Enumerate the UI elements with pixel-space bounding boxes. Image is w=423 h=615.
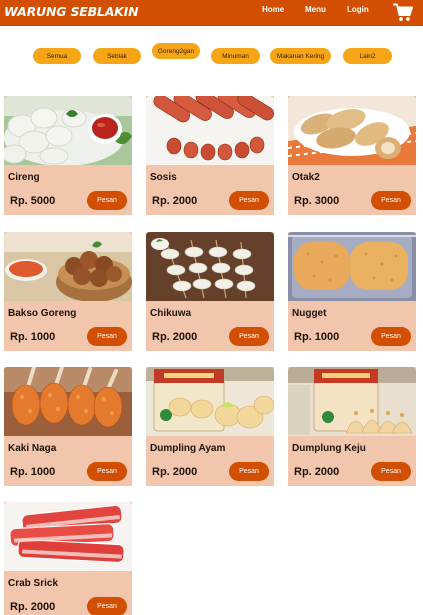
- product-price: Rp. 1000: [10, 331, 56, 343]
- product-price: Rp. 2000: [10, 601, 56, 613]
- sosis-photo: [146, 96, 274, 165]
- product-price: Rp. 1000: [10, 466, 56, 478]
- product-price: Rp. 2000: [152, 331, 198, 343]
- cireng-photo: [4, 96, 132, 165]
- product-price: Rp. 2000: [152, 195, 198, 207]
- order-button[interactable]: Pesan: [229, 462, 269, 481]
- product-price: Rp. 5000: [10, 195, 56, 207]
- product-name: Chikuwa: [150, 308, 192, 319]
- order-button[interactable]: Pesan: [87, 191, 127, 210]
- nav-menu-link[interactable]: Menu: [305, 5, 326, 14]
- product-card-sosis: Sosis Rp. 2000 Pesan: [146, 96, 274, 215]
- dumpling-ayam-photo: [146, 367, 274, 436]
- bakso-goreng-photo: [4, 232, 132, 301]
- order-button[interactable]: Pesan: [371, 191, 411, 210]
- filter-chip-seblak[interactable]: Seblak: [93, 48, 141, 64]
- product-name: Bakso Goreng: [8, 308, 77, 319]
- product-card-dumpling-ayam: Dumpling Ayam Rp. 2000 Pesan: [146, 367, 274, 486]
- product-name: Dumpling Ayam: [150, 443, 226, 454]
- product-name: Nugget: [292, 308, 327, 319]
- kaki-naga-photo: [4, 367, 132, 436]
- product-card-chikuwa: Chikuwa Rp. 2000 Pesan: [146, 232, 274, 351]
- product-name: Kaki Naga: [8, 443, 57, 454]
- dumplung-keju-photo: [288, 367, 416, 436]
- filter-chip-minuman[interactable]: Minuman: [211, 48, 260, 64]
- product-price: Rp. 3000: [294, 195, 340, 207]
- filter-chip-lain2[interactable]: Lain2: [343, 48, 392, 64]
- product-name: Cireng: [8, 172, 40, 183]
- product-name: Dumplung Keju: [292, 443, 366, 454]
- nav-login-link[interactable]: Login: [347, 5, 369, 14]
- brand-logo-text[interactable]: WARUNG SEBLAKIN: [4, 4, 139, 19]
- filter-chip-goreng2gan[interactable]: Goreng2gan: [152, 43, 200, 59]
- filter-chip-makanan-kering[interactable]: Makanan Kering: [270, 48, 331, 64]
- order-button[interactable]: Pesan: [87, 327, 127, 346]
- order-button[interactable]: Pesan: [371, 462, 411, 481]
- crab-stick-photo: [4, 502, 132, 571]
- nugget-photo: [288, 232, 416, 301]
- shopping-cart-icon[interactable]: [393, 3, 413, 22]
- product-card-kaki-naga: Kaki Naga Rp. 1000 Pesan: [4, 367, 132, 486]
- order-button[interactable]: Pesan: [371, 327, 411, 346]
- nav-home-link[interactable]: Home: [262, 5, 284, 14]
- product-name: Otak2: [292, 172, 320, 183]
- order-button[interactable]: Pesan: [229, 191, 269, 210]
- order-button[interactable]: Pesan: [87, 462, 127, 481]
- product-card-nugget: Nugget Rp. 1000 Pesan: [288, 232, 416, 351]
- product-card-cireng: Cireng Rp. 5000 Pesan: [4, 96, 132, 215]
- otak2-photo: [288, 96, 416, 165]
- product-card-otak2: Otak2 Rp. 3000 Pesan: [288, 96, 416, 215]
- product-name: Crab Srick: [8, 578, 59, 589]
- top-navbar: WARUNG SEBLAKIN Home Menu Login: [0, 0, 423, 26]
- product-card-dumplung-keju: Dumplung Keju Rp. 2000 Pesan: [288, 367, 416, 486]
- filter-chip-semua[interactable]: Semua: [33, 48, 81, 64]
- product-card-crab-srick: Crab Srick Rp. 2000 Pesan: [4, 502, 132, 615]
- product-price: Rp. 1000: [294, 331, 340, 343]
- product-card-bakso-goreng: Bakso Goreng Rp. 1000 Pesan: [4, 232, 132, 351]
- product-name: Sosis: [150, 172, 177, 183]
- order-button[interactable]: Pesan: [229, 327, 269, 346]
- order-button[interactable]: Pesan: [87, 597, 127, 615]
- product-price: Rp. 2000: [294, 466, 340, 478]
- chikuwa-photo: [146, 232, 274, 301]
- product-price: Rp. 2000: [152, 466, 198, 478]
